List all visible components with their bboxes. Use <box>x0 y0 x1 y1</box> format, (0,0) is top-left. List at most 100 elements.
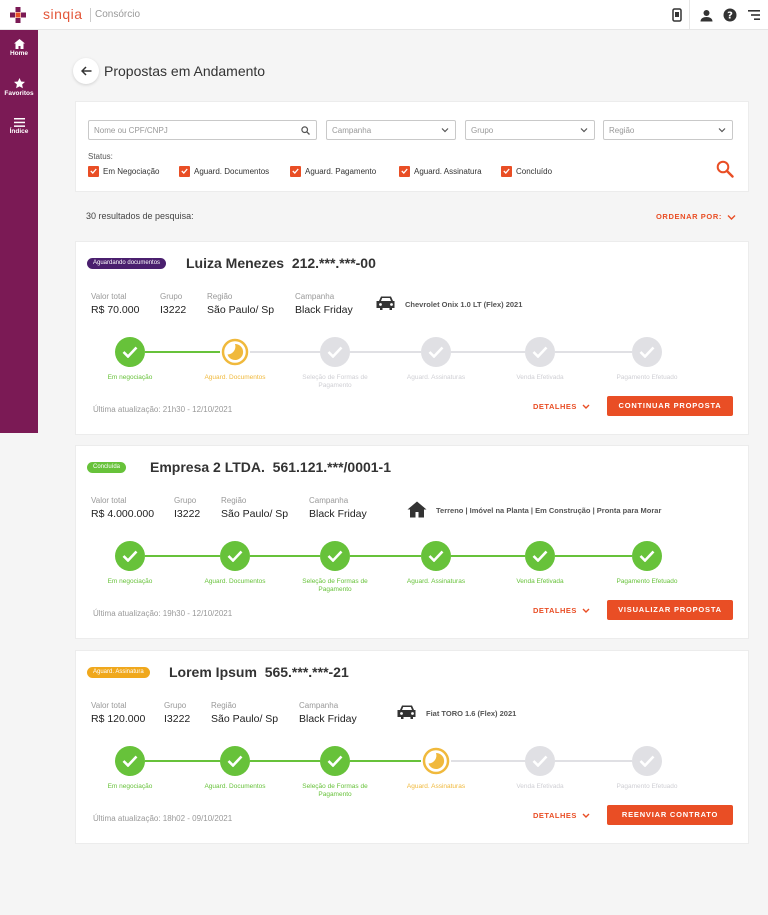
sidebar-item-indice[interactable]: Índice <box>0 118 38 135</box>
sinqia-logo-icon <box>10 7 26 23</box>
search-icon <box>301 126 310 135</box>
progress-connector <box>250 351 320 353</box>
info-value: São Paulo/ Sp <box>221 508 289 520</box>
sort-button[interactable]: ORDENAR POR: <box>656 212 736 221</box>
step-check-icon <box>320 541 350 571</box>
status-checkbox-em-negociacao[interactable]: Em Negociação <box>88 165 159 177</box>
info-label: Campanha <box>309 496 349 505</box>
step-label: Venda Efetivada <box>516 578 564 585</box>
details-button[interactable]: DETALHES <box>533 606 590 615</box>
info-regiao: Região São Paulo/ Sp <box>207 292 274 316</box>
status-label: Status: <box>88 152 113 161</box>
status-badge: Aguardando documentos <box>87 258 167 269</box>
status-checkbox-concluido[interactable]: Concluído <box>501 165 552 177</box>
group-select[interactable]: Grupo <box>465 120 595 140</box>
sidebar-item-home[interactable]: Home <box>0 39 38 57</box>
step-label: Aguard. Assinaturas <box>406 374 466 381</box>
step-label: Aguard. Assinaturas <box>406 578 466 585</box>
progress-connector <box>145 351 220 353</box>
step-check-icon <box>421 541 451 571</box>
sidebar: Home Favoritos Índice <box>0 30 38 433</box>
primary-action-button[interactable]: VISUALIZAR PROPOSTA <box>607 600 733 620</box>
info-value: São Paulo/ Sp <box>207 304 275 316</box>
filter-panel: Nome ou CPF/CNPJ Campanha Grupo Região S… <box>75 101 749 192</box>
step-pending-icon <box>421 746 451 776</box>
step-check-icon <box>525 541 555 571</box>
step-label: Seleção de Formas de Pagamento <box>302 374 368 389</box>
user-icon[interactable] <box>697 6 715 24</box>
info-value: I3222 <box>160 304 187 316</box>
checkbox-checked-icon <box>88 165 99 177</box>
info-label: Grupo <box>164 701 187 710</box>
region-select[interactable]: Região <box>603 120 733 140</box>
details-button[interactable]: DETALHES <box>533 402 590 411</box>
step-label: Pagamento Efetuado <box>616 578 678 585</box>
car-icon <box>376 295 396 316</box>
status-badge: Concluída <box>87 462 127 473</box>
progress-connector <box>145 760 220 762</box>
step-check-icon <box>632 746 662 776</box>
info-label: Região <box>207 292 233 301</box>
step-check-icon <box>115 337 145 367</box>
step-label: Aguard. Documentos <box>204 783 266 790</box>
progress-connector <box>145 555 220 557</box>
step-label: Venda Efetivada <box>516 374 564 381</box>
progress-connector <box>451 555 525 557</box>
step-check-icon <box>220 541 250 571</box>
sidebar-item-label: Home <box>9 50 29 57</box>
proposal-card: Aguard. Assinatura Lorem Ipsum 565.***.*… <box>75 650 749 844</box>
info-label: Região <box>221 496 247 505</box>
details-label: DETALHES <box>533 606 577 615</box>
divider <box>90 8 91 22</box>
proposal-title: Lorem Ipsum 565.***.***-21 <box>169 664 349 680</box>
mobile-icon[interactable] <box>668 6 686 24</box>
checkbox-checked-icon <box>399 165 410 177</box>
step-label: Seleção de Formas de Pagamento <box>302 578 368 593</box>
progress-connector <box>350 351 421 353</box>
menu-icon[interactable] <box>745 6 763 24</box>
step-check-icon <box>115 746 145 776</box>
car-icon <box>397 704 417 725</box>
back-button[interactable] <box>73 58 99 84</box>
checkbox-checked-icon <box>501 165 512 177</box>
last-updated: Última atualização: 18h02 - 09/10/2021 <box>93 814 233 823</box>
help-icon[interactable]: ? <box>721 6 739 24</box>
sidebar-item-label: Índice <box>9 128 29 135</box>
list-icon <box>13 118 25 127</box>
search-input[interactable]: Nome ou CPF/CNPJ <box>88 120 317 140</box>
info-grupo: Grupo I3222 <box>160 292 186 316</box>
details-label: DETALHES <box>533 402 577 411</box>
progress-tracker: Em negociação Aguard. Documentos Seleção d… <box>76 746 750 806</box>
client-document: 212.***.***-00 <box>291 255 376 271</box>
info-value: Black Friday <box>299 713 357 725</box>
chevron-down-icon <box>582 813 590 818</box>
progress-connector <box>350 760 421 762</box>
product-name: Fiat TORO 1.6 (Flex) 2021 <box>426 709 517 718</box>
status-checkbox-aguard-documentos[interactable]: Aguard. Documentos <box>179 165 269 177</box>
progress-connector <box>250 555 320 557</box>
search-icon[interactable] <box>716 160 734 178</box>
house-icon <box>407 501 427 523</box>
proposal-card: Concluída Empresa 2 LTDA. 561.121.***/00… <box>75 445 749 639</box>
sidebar-item-favoritos[interactable]: Favoritos <box>0 78 38 97</box>
step-check-icon <box>320 337 350 367</box>
campaign-select[interactable]: Campanha <box>326 120 456 140</box>
progress-connector <box>555 555 632 557</box>
info-label: Valor total <box>91 292 127 301</box>
step-check-icon <box>632 541 662 571</box>
status-checkbox-aguard-pagamento[interactable]: Aguard. Pagamento <box>290 165 376 177</box>
primary-action-button[interactable]: REENVIAR CONTRATO <box>607 805 733 825</box>
progress-connector <box>451 760 525 762</box>
client-document: 565.***.***-21 <box>264 664 349 680</box>
info-grupo: Grupo I3222 <box>164 701 190 725</box>
step-pending-icon <box>220 337 250 367</box>
progress-connector <box>555 351 632 353</box>
status-checkbox-aguard-assinatura[interactable]: Aguard. Assinatura <box>399 165 482 177</box>
progress-connector <box>555 760 632 762</box>
primary-action-button[interactable]: CONTINUAR PROPOSTA <box>607 396 733 416</box>
info-label: Grupo <box>174 496 197 505</box>
proposal-card: Aguardando documentos Luiza Menezes 212.… <box>75 241 749 435</box>
details-button[interactable]: DETALHES <box>533 811 590 820</box>
info-value: R$ 120.000 <box>91 713 146 725</box>
results-count: 30 resultados de pesquisa: <box>86 211 194 221</box>
